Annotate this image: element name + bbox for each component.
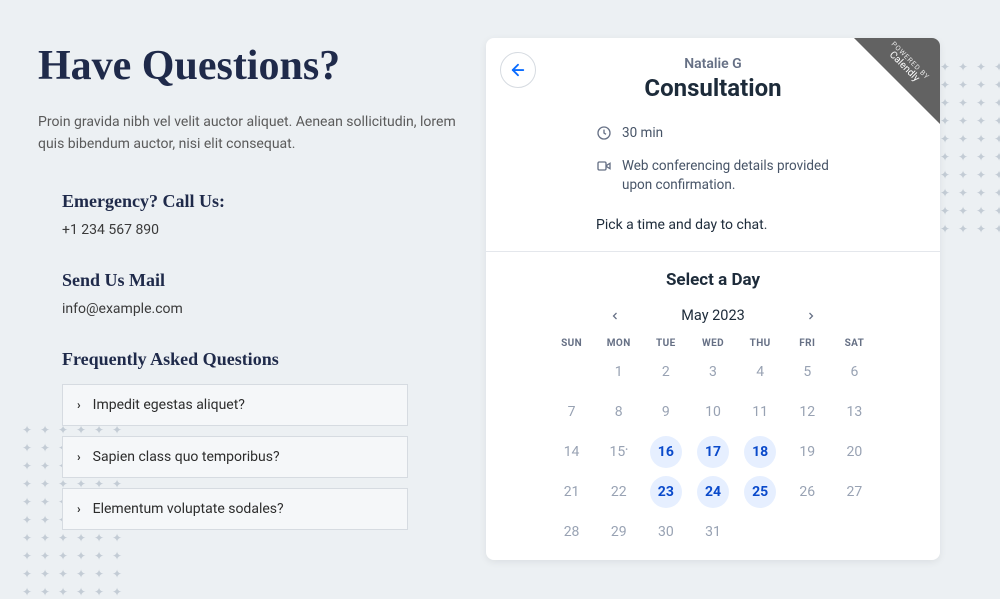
- calendar-day: 12: [784, 395, 831, 429]
- calendar-day-available[interactable]: 23: [642, 475, 689, 509]
- calendar-day: 28: [548, 515, 595, 549]
- page-subtitle: Proin gravida nibh vel velit auctor aliq…: [38, 112, 458, 155]
- calendar-day: 11: [737, 395, 784, 429]
- emergency-heading: Emergency? Call Us:: [62, 191, 458, 212]
- calendar-day-available[interactable]: 16: [642, 435, 689, 469]
- back-button[interactable]: [500, 52, 536, 88]
- calendar-dow: SAT: [831, 338, 878, 349]
- calendar-day: 10: [689, 395, 736, 429]
- chevron-right-icon: ›: [77, 502, 81, 516]
- calendar-dow: TUE: [642, 338, 689, 349]
- calendar-day: 29: [595, 515, 642, 549]
- calendar-dow-row: SUNMONTUEWEDTHUFRISAT: [548, 338, 878, 349]
- mail-address[interactable]: info@example.com: [62, 301, 458, 317]
- video-icon: [596, 158, 612, 174]
- duration-text: 30 min: [622, 124, 663, 143]
- conferencing-row: Web conferencing details provided upon c…: [596, 157, 830, 195]
- calendar-day: 13: [831, 395, 878, 429]
- select-day-heading: Select a Day: [486, 270, 940, 290]
- calendar-day-available[interactable]: 25: [737, 475, 784, 509]
- pick-prompt: Pick a time and day to chat.: [486, 209, 940, 251]
- calendar-day: 27: [831, 475, 878, 509]
- next-month-button[interactable]: [799, 304, 823, 328]
- calendar-weeks: 1234567891011121314151617181920212223242…: [548, 355, 878, 549]
- calendar-day: 8: [595, 395, 642, 429]
- calendar-day: 5: [784, 355, 831, 389]
- calendar-day-available[interactable]: 17: [689, 435, 736, 469]
- calendar-day: 14: [548, 435, 595, 469]
- chevron-right-icon: ›: [77, 398, 81, 412]
- calendar-dow: SUN: [548, 338, 595, 349]
- faq-item[interactable]: › Impedit egestas aliquet?: [62, 384, 408, 426]
- page-title: Have Questions?: [38, 42, 458, 90]
- calendar-day: 21: [548, 475, 595, 509]
- calendar-day: 9: [642, 395, 689, 429]
- calendar-day: 3: [689, 355, 736, 389]
- calendar-day: 7: [548, 395, 595, 429]
- calendar-dow: FRI: [784, 338, 831, 349]
- calendar-dow: WED: [689, 338, 736, 349]
- calendar-day-available[interactable]: 18: [737, 435, 784, 469]
- faq-heading: Frequently Asked Questions: [62, 349, 458, 370]
- faq-question: Sapien class quo temporibus?: [93, 449, 280, 465]
- conferencing-text: Web conferencing details provided upon c…: [622, 157, 830, 195]
- mail-heading: Send Us Mail: [62, 270, 458, 291]
- calendar-day: [831, 515, 878, 549]
- faq-item[interactable]: › Elementum voluptate sodales?: [62, 488, 408, 530]
- calendar-day: 4: [737, 355, 784, 389]
- arrow-left-icon: [509, 61, 527, 79]
- faq-question: Impedit egestas aliquet?: [93, 397, 245, 413]
- calendar-day-available[interactable]: 24: [689, 475, 736, 509]
- calendar-day: 30: [642, 515, 689, 549]
- calendar-day: 26: [784, 475, 831, 509]
- calendar-day: 20: [831, 435, 878, 469]
- calendar-day: 31: [689, 515, 736, 549]
- faq-question: Elementum voluptate sodales?: [93, 501, 284, 517]
- calendar-dow: MON: [595, 338, 642, 349]
- divider: [486, 251, 940, 252]
- chevron-right-icon: [805, 310, 817, 322]
- calendar-day: [548, 355, 595, 389]
- clock-icon: [596, 125, 612, 141]
- scheduler-widget: POWERED BY Calendly Natalie G Consultati…: [486, 38, 940, 560]
- calendar-dow: THU: [737, 338, 784, 349]
- emergency-phone[interactable]: +1 234 567 890: [62, 222, 458, 238]
- calendar-day: [737, 515, 784, 549]
- month-label: May 2023: [681, 307, 745, 324]
- calendar-day: 6: [831, 355, 878, 389]
- faq-list: › Impedit egestas aliquet? › Sapien class q…: [62, 384, 408, 530]
- chevron-right-icon: ›: [77, 450, 81, 464]
- calendar-day: 22: [595, 475, 642, 509]
- duration-row: 30 min: [596, 124, 830, 143]
- calendar: SUNMONTUEWEDTHUFRISAT 123456789101112131…: [486, 338, 940, 559]
- calendar-day: 15: [595, 435, 642, 469]
- calendar-day: 19: [784, 435, 831, 469]
- prev-month-button[interactable]: [603, 304, 627, 328]
- calendar-day: [784, 515, 831, 549]
- chevron-left-icon: [609, 310, 621, 322]
- calendar-day: 1: [595, 355, 642, 389]
- calendar-day: 2: [642, 355, 689, 389]
- faq-item[interactable]: › Sapien class quo temporibus?: [62, 436, 408, 478]
